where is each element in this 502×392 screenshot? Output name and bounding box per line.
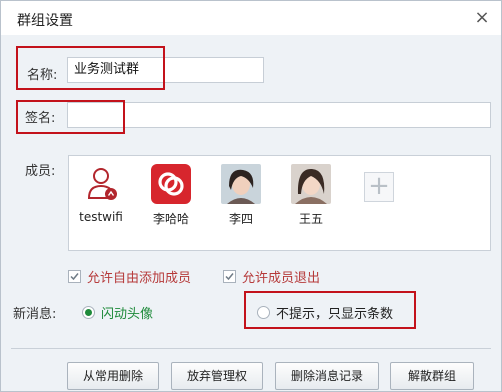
member-lisi[interactable]: 李四 xyxy=(213,164,269,227)
allow-add-members-checkbox[interactable]: 允许自由添加成员 xyxy=(68,267,191,286)
user-outline-icon xyxy=(81,164,121,204)
allow-add-members-label: 允许自由添加成员 xyxy=(87,271,192,286)
flash-avatar-radio[interactable]: 闪动头像 xyxy=(82,303,153,322)
member-wangwu[interactable]: 王五 xyxy=(283,164,339,227)
delete-history-button[interactable]: 删除消息记录 xyxy=(275,362,379,390)
red-link-avatar-icon xyxy=(151,164,191,204)
member-name: 李四 xyxy=(228,212,253,226)
new-message-label: 新消息: xyxy=(13,307,57,322)
check-icon xyxy=(223,270,236,283)
name-label: 名称: xyxy=(27,68,58,83)
silent-count-radio[interactable]: 不提示，只显示条数 xyxy=(257,303,393,322)
members-panel: testwifi 李哈哈 李四 王五 + xyxy=(68,155,491,251)
remove-from-common-button[interactable]: 从常用删除 xyxy=(67,362,159,390)
signature-label: 签名: xyxy=(25,111,56,126)
dissolve-group-button[interactable]: 解散群组 xyxy=(390,362,474,390)
radio-selected-icon xyxy=(82,306,95,319)
group-name-input[interactable]: 业务测试群 xyxy=(67,57,264,83)
allow-member-quit-checkbox[interactable]: 允许成员退出 xyxy=(223,267,320,286)
title-bar: 群组设置 × xyxy=(1,1,501,35)
divider xyxy=(11,348,491,349)
members-label: 成员: xyxy=(25,164,56,179)
allow-member-quit-label: 允许成员退出 xyxy=(242,271,321,286)
member-name: testwifi xyxy=(79,210,123,224)
check-icon xyxy=(68,270,81,283)
close-icon[interactable]: × xyxy=(471,7,493,29)
member-lihaha[interactable]: 李哈哈 xyxy=(143,164,199,227)
silent-count-label: 不提示，只显示条数 xyxy=(276,307,394,322)
portrait-avatar-icon xyxy=(221,164,261,204)
member-name: 李哈哈 xyxy=(152,212,189,226)
add-member-button[interactable]: + xyxy=(364,172,394,202)
portrait-avatar-icon xyxy=(291,164,331,204)
flash-avatar-label: 闪动头像 xyxy=(101,307,154,322)
signature-input[interactable] xyxy=(67,102,491,128)
member-testwifi[interactable]: testwifi xyxy=(73,164,129,224)
window-title: 群组设置 xyxy=(17,13,73,29)
group-settings-dialog: 群组设置 × 名称: 业务测试群 签名: 成员: testwifi 李哈哈 李四… xyxy=(0,0,502,392)
radio-unselected-icon xyxy=(257,306,270,319)
give-up-admin-button[interactable]: 放弃管理权 xyxy=(171,362,263,390)
member-name: 王五 xyxy=(298,212,323,226)
